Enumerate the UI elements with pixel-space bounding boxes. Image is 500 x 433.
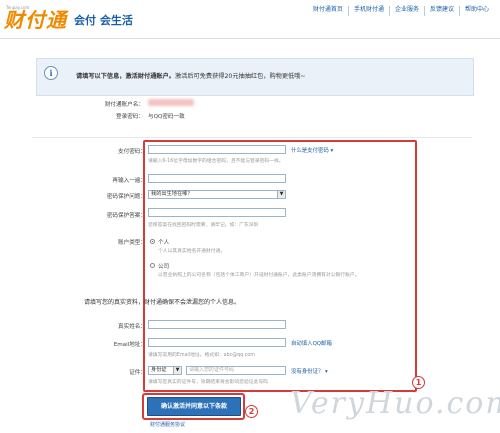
nav-enterprise[interactable]: 企业服务 bbox=[388, 6, 424, 16]
login-password-label: 登录密码： bbox=[116, 114, 144, 120]
tenpay-logo[interactable]: Tenpay.com 财付通 会付 会生活 bbox=[4, 4, 164, 34]
real-info-notice: 请填写您的真实资料，财付通确保不会泄漏您的个人信息。 bbox=[84, 299, 241, 306]
chevron-down-icon: ▼ bbox=[173, 367, 181, 374]
chevron-down-icon: ▼ bbox=[277, 191, 285, 198]
pay-password-label: 支付密码： bbox=[118, 149, 146, 155]
pay-password-hint: 请输入6-16位字母加数字的组合密码，且不能与登录密码一样。 bbox=[148, 159, 284, 164]
autofill-qq-email-link[interactable]: 自动填入QQ邮箱 bbox=[291, 339, 332, 347]
email-label: Email地址： bbox=[113, 342, 146, 348]
agreement-link[interactable]: 财付通服务协议 bbox=[150, 421, 185, 428]
confirm-activate-button[interactable]: 确认激活并同意以下条款 bbox=[147, 397, 241, 416]
account-name-label: 财付通账户名： bbox=[104, 102, 144, 108]
info-title-bold: 请填写以下信息，激活财付通账户。 bbox=[76, 73, 175, 80]
id-number-input[interactable]: 请输入您的证件号码 bbox=[186, 366, 286, 375]
email-input[interactable] bbox=[148, 338, 286, 347]
confirm-password-label: 再输入一遍： bbox=[112, 178, 146, 184]
account-type-personal-label[interactable]: 个人 bbox=[158, 238, 169, 246]
real-name-label: 真实姓名： bbox=[118, 324, 146, 330]
account-type-company-radio[interactable] bbox=[150, 263, 155, 268]
annotation-number-2: 2 bbox=[245, 405, 258, 418]
no-id-link[interactable]: 没有身份证？ ▾ bbox=[291, 367, 328, 375]
nav-help[interactable]: 帮助中心 bbox=[458, 6, 494, 16]
watermark: VeryHuo.com bbox=[290, 386, 500, 421]
nav-feedback[interactable]: 反馈建议 bbox=[423, 6, 459, 16]
account-type-personal-radio[interactable] bbox=[150, 239, 155, 244]
header-divider bbox=[0, 38, 500, 39]
top-nav: 财付通首页 手机财付通 企业服务 反馈建议 帮助中心 bbox=[308, 6, 494, 16]
pay-password-help-link[interactable]: 什么是支付密码 ▾ bbox=[291, 146, 333, 154]
section-divider bbox=[32, 137, 472, 138]
real-name-input[interactable] bbox=[148, 320, 286, 329]
security-question-value: 我的出生地在哪？ bbox=[151, 191, 193, 197]
id-type-select[interactable]: 身份证 ▼ bbox=[148, 366, 182, 375]
account-name-value-redacted bbox=[148, 99, 194, 106]
id-label: 证件： bbox=[129, 370, 146, 376]
email-hint: 请填写常用的Email地址，格式如：abc@qq.com bbox=[148, 353, 255, 358]
account-type-company-hint: 以营业执照上的公司名称（包括个体工商户）开设财付通账户，此类账户须拥有对公银行账… bbox=[158, 273, 360, 278]
logo-slogan: 会付 会生活 bbox=[74, 14, 133, 27]
info-icon: i bbox=[44, 66, 58, 80]
id-hint: 请填写您真实的证件号，效期结束将会影响您验证此号码 bbox=[148, 380, 268, 385]
nav-home[interactable]: 财付通首页 bbox=[308, 6, 348, 16]
account-type-label: 账户类型： bbox=[118, 240, 146, 246]
account-type-company-label[interactable]: 公司 bbox=[158, 262, 169, 270]
id-type-value: 身份证 bbox=[151, 367, 167, 373]
info-title: 请填写以下信息，激活财付通账户。激活后可免费获得20元抽抽红包，购物更低哦~ bbox=[76, 71, 306, 80]
logo-text: 财付通 bbox=[4, 8, 67, 32]
security-question-select[interactable]: 我的出生地在哪？ ▼ bbox=[148, 190, 286, 199]
security-answer-hint: 您保答案在找回密码时需要，请牢记。如：广东深圳 bbox=[148, 223, 259, 228]
security-answer-input[interactable] bbox=[148, 208, 286, 217]
security-question-label: 密码保护问题： bbox=[106, 194, 146, 200]
nav-mobile[interactable]: 手机财付通 bbox=[347, 6, 389, 16]
security-answer-label: 密码保护答案： bbox=[106, 213, 146, 219]
confirm-password-input[interactable] bbox=[148, 174, 286, 183]
login-password-value: 与QQ密码一致 bbox=[148, 114, 185, 120]
info-title-rest: 激活后可免费获得20元抽抽红包，购物更低哦~ bbox=[175, 73, 306, 80]
pay-password-input[interactable] bbox=[148, 145, 286, 154]
account-type-personal-hint: 个人以其真实姓名开通财付通。 bbox=[158, 249, 226, 254]
